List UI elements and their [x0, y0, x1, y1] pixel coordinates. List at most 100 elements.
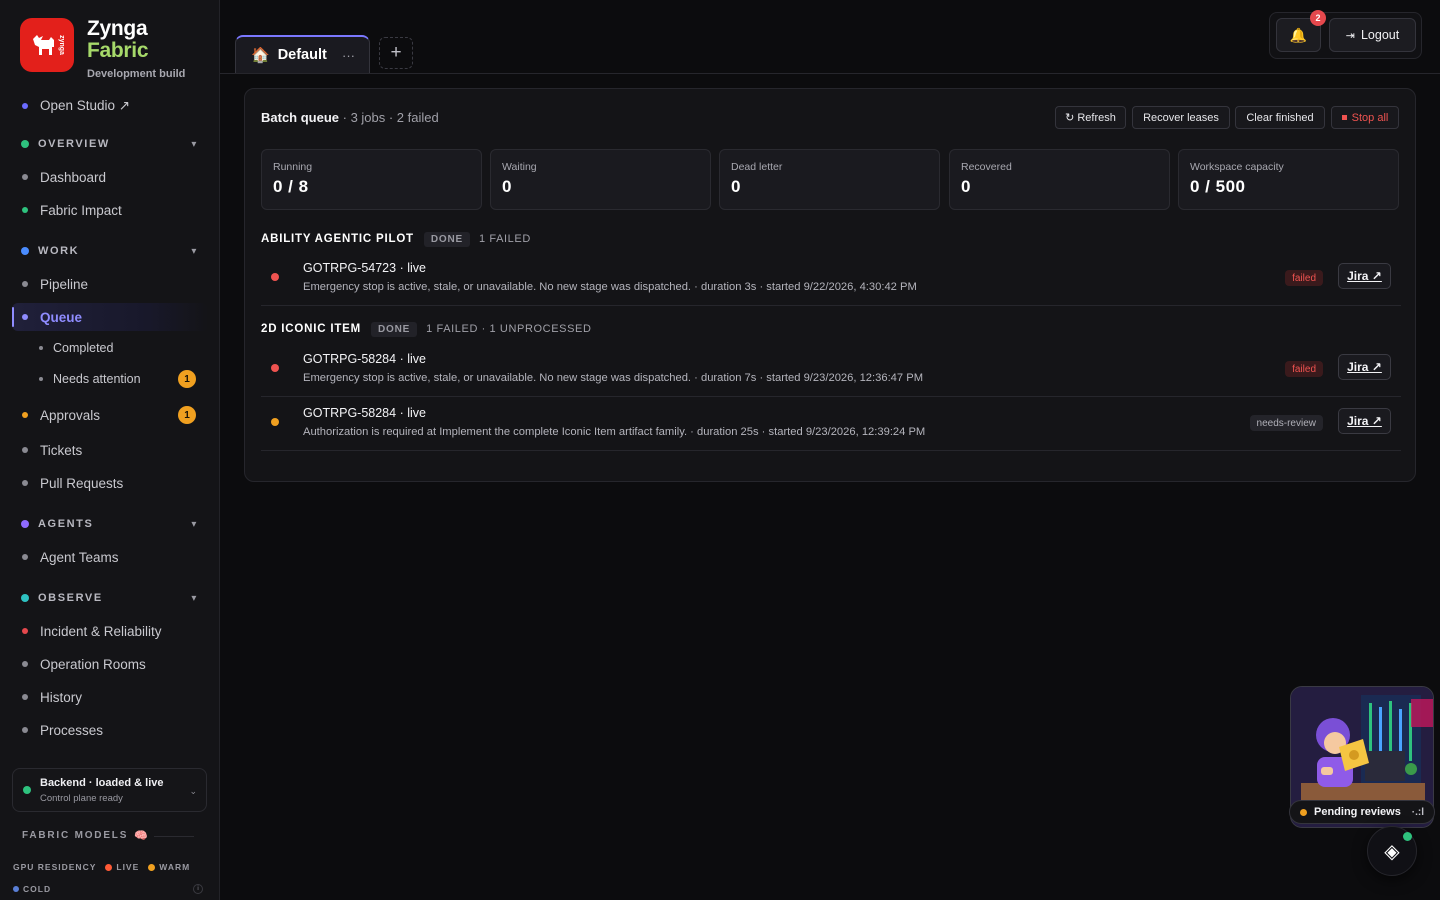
refresh-button[interactable]: ↻ Refresh — [1055, 106, 1126, 129]
backend-status-card[interactable]: Backend · loaded & live Control plane re… — [12, 768, 207, 812]
section-dot-icon — [21, 247, 29, 255]
brand-name: Zynga — [87, 17, 148, 40]
chevron-down-icon: ⌄ — [189, 786, 197, 796]
signal-icon: ·.:l — [1411, 806, 1424, 818]
job-row[interactable]: GOTRPG-54723 · live Emergency stop is ac… — [261, 253, 1401, 306]
status-badge: needs-review — [1249, 415, 1323, 431]
status-badge: failed — [1285, 361, 1323, 377]
panel-title: Batch queue · 3 jobs · 2 failed — [261, 110, 439, 125]
sidebar-item-approvals[interactable]: Approvals 1 — [12, 401, 208, 429]
stat-recovered: Recovered 0 — [949, 149, 1170, 210]
diamond-icon: ◈ — [1384, 840, 1400, 863]
chevron-down-icon: ▾ — [191, 518, 198, 530]
build-label: Development build — [87, 68, 186, 80]
status-badge: DONE — [423, 231, 470, 247]
sidebar-item-tickets[interactable]: Tickets — [12, 436, 208, 464]
job-row[interactable]: GOTRPG-58284 · live Authorization is req… — [261, 398, 1401, 451]
jira-link[interactable]: Jira ↗ — [1338, 354, 1391, 380]
bell-icon: 🔔 — [1289, 26, 1308, 43]
pending-reviews-button[interactable]: Pending reviews ·.:l — [1289, 800, 1435, 824]
sidebar-item-agent-teams[interactable]: Agent Teams — [12, 543, 208, 571]
sidebar-item-pull-requests[interactable]: Pull Requests — [12, 469, 208, 497]
sidebar-item-queue[interactable]: Queue — [12, 303, 208, 331]
gpu-residency-legend: GPU RESIDENCY LIVE WARM — [13, 862, 191, 872]
sidebar-item-completed[interactable]: Completed — [12, 334, 208, 362]
section-observe[interactable]: OBSERVE ▾ — [12, 587, 208, 609]
group-header[interactable]: 2D ICONIC ITEM DONE 1 FAILED · 1 UNPROCE… — [261, 321, 592, 337]
tab-menu-button[interactable]: ··· — [342, 48, 355, 63]
section-dot-icon — [21, 520, 29, 528]
stat-workspace-capacity: Workspace capacity 0 / 500 — [1178, 149, 1399, 210]
chevron-down-icon: ▾ — [191, 138, 198, 150]
warning-dot-icon — [1300, 808, 1307, 816]
dot-icon — [22, 314, 28, 320]
stat-dead-letter: Dead letter 0 — [719, 149, 940, 210]
status-badge: DONE — [371, 321, 418, 337]
sidebar-item-dashboard[interactable]: Dashboard — [12, 163, 208, 191]
logout-button[interactable]: ⇥ Logout — [1329, 18, 1416, 52]
sidebar-item-operation-rooms[interactable]: Operation Rooms — [12, 650, 208, 678]
logout-icon: ⇥ — [1345, 29, 1355, 42]
dot-icon — [39, 377, 43, 381]
clear-finished-button[interactable]: Clear finished — [1235, 106, 1325, 129]
dot-icon — [22, 207, 28, 213]
status-badge: failed — [1285, 270, 1323, 286]
cold-dot-icon — [13, 886, 19, 892]
chevron-down-icon: ▾ — [191, 592, 198, 604]
open-studio-link[interactable]: Open Studio ↗ — [12, 92, 208, 120]
svg-text:zynga: zynga — [58, 35, 65, 55]
section-work[interactable]: WORK ▾ — [12, 240, 208, 262]
group-header[interactable]: ABILITY AGENTIC PILOT DONE 1 FAILED — [261, 231, 531, 247]
dot-icon — [22, 412, 28, 418]
needs-attention-count-badge: 1 — [178, 370, 196, 388]
zynga-logo: zynga — [20, 18, 74, 72]
dot-icon — [22, 103, 28, 109]
dot-icon — [22, 447, 28, 453]
sidebar-item-pipeline[interactable]: Pipeline — [12, 270, 208, 298]
status-dot-icon — [23, 786, 31, 794]
failed-dot-icon — [271, 273, 279, 281]
fabric-models-title: FABRIC MODELS — [22, 830, 129, 841]
stat-running: Running 0 / 8 — [261, 149, 482, 210]
stop-all-button[interactable]: Stop all — [1331, 106, 1399, 129]
approvals-count-badge: 1 — [178, 406, 196, 424]
warm-dot-icon — [148, 863, 156, 871]
sidebar-item-history[interactable]: History — [12, 683, 208, 711]
dot-icon — [22, 694, 28, 700]
online-dot-icon — [1403, 832, 1412, 841]
recover-leases-button[interactable]: Recover leases — [1132, 106, 1230, 129]
chevron-down-icon: ▾ — [191, 245, 198, 257]
jira-link[interactable]: Jira ↗ — [1338, 408, 1391, 434]
section-overview[interactable]: OVERVIEW ▾ — [12, 133, 208, 155]
backend-status-title: Backend · loaded & live — [40, 777, 164, 789]
dot-icon — [22, 281, 28, 287]
notifications-count-badge: 2 — [1310, 10, 1326, 26]
batch-queue-panel: Batch queue · 3 jobs · 2 failed ↻ Refres… — [244, 88, 1416, 482]
sidebar-item-incident[interactable]: Incident & Reliability — [12, 617, 208, 645]
add-tab-button[interactable]: + — [379, 37, 413, 69]
jira-link[interactable]: Jira ↗ — [1338, 263, 1391, 289]
tabbar-divider — [220, 73, 1440, 74]
section-dot-icon — [21, 594, 29, 602]
live-dot-icon — [105, 863, 113, 871]
dot-icon — [22, 628, 28, 634]
home-icon: 🏠 — [251, 47, 270, 64]
sidebar-item-needs-attention[interactable]: Needs attention 1 — [12, 365, 208, 393]
sidebar-item-fabric-impact[interactable]: Fabric Impact — [12, 196, 208, 224]
dot-icon — [39, 346, 43, 350]
sidebar: zynga Zynga Fabric Development build Ope… — [0, 0, 220, 900]
brand-product: Fabric — [87, 39, 149, 62]
dot-icon — [22, 174, 28, 180]
divider — [154, 836, 194, 837]
tab-default[interactable]: 🏠 Default ··· — [235, 35, 370, 73]
stop-icon — [1341, 115, 1347, 120]
sidebar-item-processes[interactable]: Processes — [12, 716, 208, 744]
brand[interactable]: zynga Zynga Fabric Development build — [20, 18, 185, 80]
section-agents[interactable]: AGENTS ▾ — [12, 513, 208, 535]
job-row[interactable]: GOTRPG-58284 · live Emergency stop is ac… — [261, 344, 1401, 397]
cold-legend: COLD — [13, 884, 51, 894]
brain-icon: 🧠 — [134, 830, 148, 842]
backend-status-subtitle: Control plane ready — [40, 793, 123, 804]
info-icon[interactable]: i — [193, 884, 203, 894]
warning-dot-icon — [271, 418, 279, 426]
